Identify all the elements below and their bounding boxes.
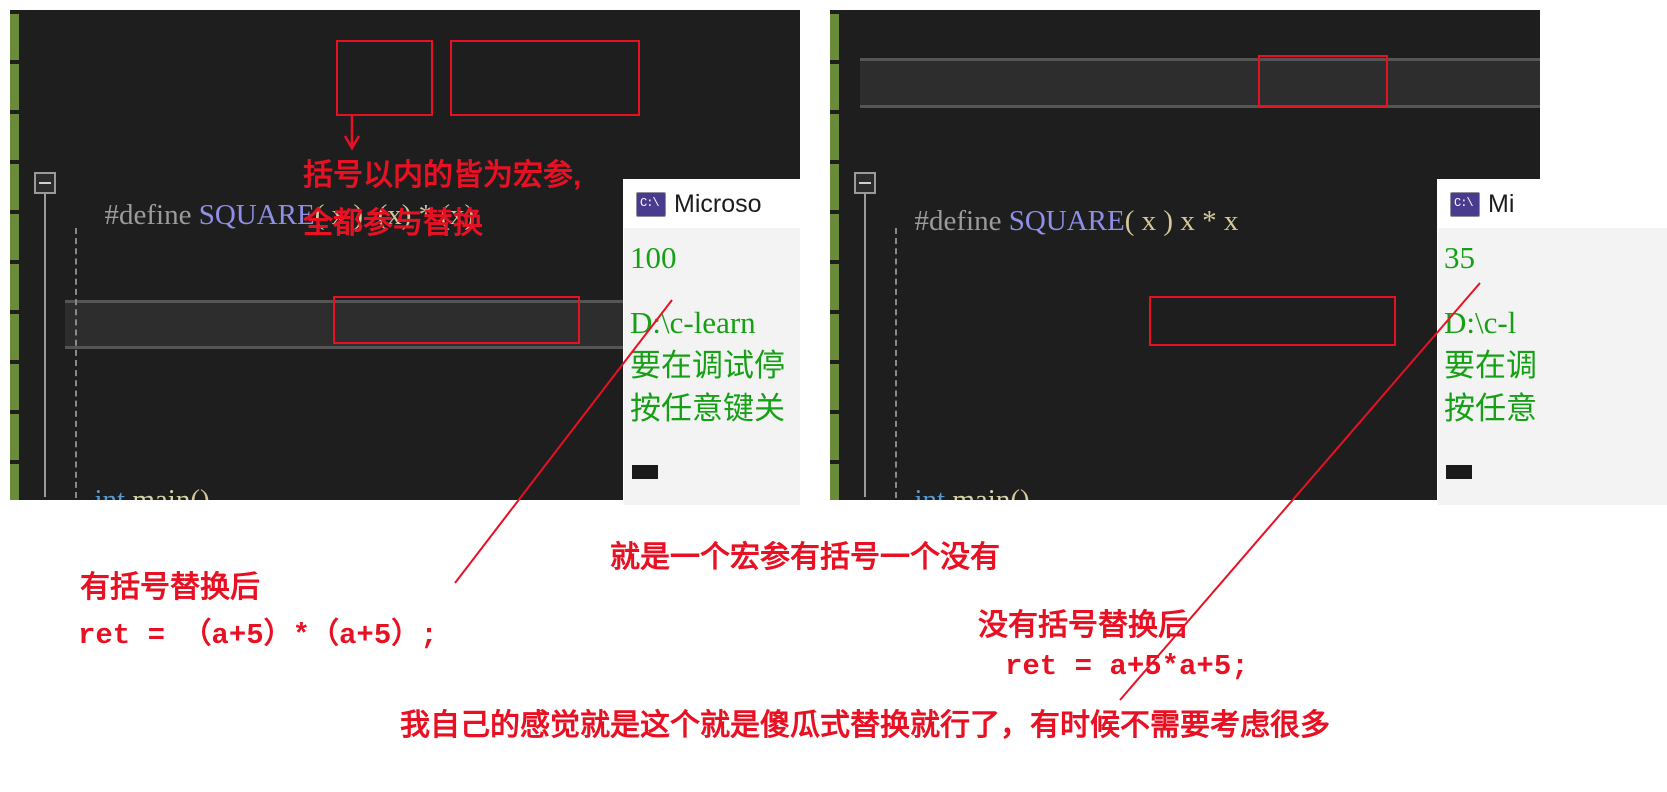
console-window-left[interactable]: C:\ Microso 100 D:\c-learn 要在调试停 按任意键关 <box>624 180 800 505</box>
console-title-text: Microso <box>674 189 762 218</box>
console-output-value: 100 <box>630 240 677 275</box>
token-macro-body: x * x <box>1180 205 1239 237</box>
console-cursor <box>1446 465 1472 479</box>
token-preprocessor: #define <box>914 205 1009 237</box>
console-output-right: 35 D:\c-l 要在调 按任意 <box>1438 228 1667 430</box>
console-cursor <box>632 465 658 479</box>
indent-guide-left <box>75 228 77 498</box>
console-output-left: 100 D:\c-learn 要在调试停 按任意键关 <box>624 228 800 430</box>
code-text-right[interactable]: #define SQUARE( x ) x * x int main() { i… <box>839 10 1540 500</box>
indent-guide-right <box>895 228 897 498</box>
console-msg-line-2: 按任意 <box>1444 391 1537 426</box>
annotation-left-heading: 有括号替换后 <box>80 571 260 604</box>
token-parens: () <box>1010 484 1030 500</box>
token-parens: () <box>190 484 210 500</box>
console-title-bar-left: C:\ Microso <box>624 180 800 228</box>
token-macro-name: SQUARE <box>198 199 315 231</box>
token-macro-name: SQUARE <box>1008 205 1125 237</box>
annotation-middle-note: 就是一个宏参有括号一个没有 <box>610 541 1000 574</box>
collapse-toggle-left[interactable] <box>34 172 56 194</box>
annotation-macro-param-line2: 全都参与替换 <box>303 207 483 240</box>
token-preprocessor: #define <box>104 199 199 231</box>
console-msg-line-2: 按任意键关 <box>630 391 785 426</box>
console-title-text: Mi <box>1488 189 1515 218</box>
console-path-line: D:\c-l <box>1444 305 1517 340</box>
token-func-main: main <box>132 484 191 500</box>
console-window-right[interactable]: C:\ Mi 35 D:\c-l 要在调 按任意 <box>1438 180 1667 505</box>
code-line-main: int main() <box>839 427 1540 500</box>
console-msg-line-1: 要在调试停 <box>630 348 785 383</box>
token-macro-params: ( x ) <box>1124 205 1174 237</box>
annotation-bottom-note: 我自己的感觉就是这个就是傻瓜式替换就行了，有时候不需要考虑很多 <box>400 709 1330 742</box>
changed-lines-gutter-left <box>10 10 19 500</box>
command-prompt-icon: C:\ <box>636 191 666 217</box>
annotation-right-heading: 没有括号替换后 <box>978 609 1188 642</box>
token-keyword-int: int <box>914 484 946 500</box>
console-title-bar-right: C:\ Mi <box>1438 180 1667 228</box>
token-keyword-int: int <box>94 484 126 500</box>
scope-guide-line-right <box>864 194 866 497</box>
code-line: #define SQUARE( x ) x * x <box>839 148 1540 237</box>
token-func-main: main <box>952 484 1011 500</box>
annotation-macro-param-line1: 括号以内的皆为宏参, <box>303 159 582 192</box>
changed-lines-gutter-right <box>830 10 839 500</box>
console-msg-line-1: 要在调 <box>1444 348 1537 383</box>
scope-guide-line-left <box>44 194 46 497</box>
annotation-left-expression: ret = （a+5）*（a+5）; <box>78 619 438 652</box>
annotation-right-expression: ret = a+5*a+5; <box>1005 650 1249 683</box>
code-editor-right[interactable]: #define SQUARE( x ) x * x int main() { i… <box>830 10 1540 500</box>
command-prompt-icon: C:\ <box>1450 191 1480 217</box>
console-output-value: 35 <box>1444 240 1475 275</box>
console-path-line: D:\c-learn <box>630 305 756 340</box>
collapse-toggle-right[interactable] <box>854 172 876 194</box>
